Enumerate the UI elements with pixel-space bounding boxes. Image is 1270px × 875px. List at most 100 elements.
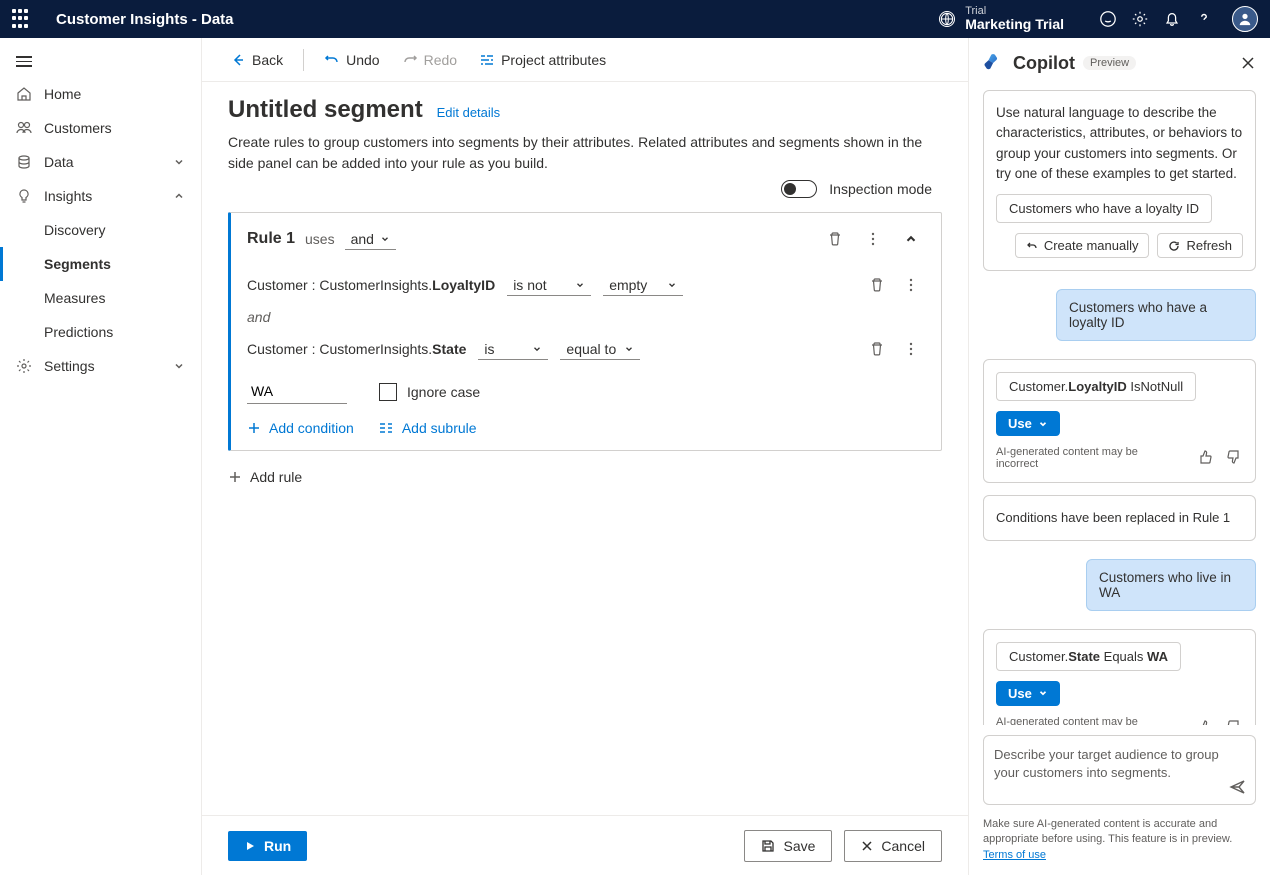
label: Cancel: [881, 838, 925, 854]
copilot-pane: Copilot Preview Use natural language to …: [968, 38, 1270, 875]
condition-more-icon[interactable]: [897, 271, 925, 299]
thumbs-up-icon[interactable]: [1197, 719, 1214, 725]
settings-icon[interactable]: [1124, 3, 1156, 35]
label: Redo: [424, 52, 457, 68]
attributes-icon: [479, 52, 495, 68]
sidebar-item-predictions[interactable]: Predictions: [0, 315, 201, 349]
copilot-status-card: Conditions have been replaced in Rule 1: [983, 495, 1256, 541]
notifications-icon[interactable]: [1156, 3, 1188, 35]
undo-button[interactable]: Undo: [316, 48, 387, 72]
close-icon: [861, 840, 873, 852]
refresh-button[interactable]: Refresh: [1157, 233, 1243, 258]
collapse-rule-icon[interactable]: [897, 225, 925, 253]
sidebar-item-home[interactable]: Home: [0, 77, 201, 111]
sidebar-item-label: Segments: [44, 256, 111, 272]
create-manually-button[interactable]: Create manually: [1015, 233, 1150, 258]
sidebar-item-label: Insights: [44, 188, 92, 204]
sidebar-item-data[interactable]: Data: [0, 145, 201, 179]
play-icon: [244, 840, 256, 852]
copilot-input[interactable]: Describe your target audience to group y…: [983, 735, 1256, 805]
run-button[interactable]: Run: [228, 831, 307, 861]
segment-title: Untitled segment: [228, 96, 423, 124]
app-launcher-icon[interactable]: [12, 9, 32, 29]
label: Run: [264, 838, 291, 854]
sidebar-toggle[interactable]: [0, 46, 201, 77]
undo-icon: [1026, 240, 1038, 252]
label: Project attributes: [501, 52, 606, 68]
example-chip[interactable]: Customers who have a loyalty ID: [996, 194, 1212, 223]
copilot-response-card: Customer.State Equals WA Use AI-generate…: [983, 629, 1256, 725]
rule-logic-select[interactable]: and: [345, 229, 396, 250]
help-icon[interactable]: [1188, 3, 1220, 35]
user-message: Customers who live in WA: [1086, 559, 1256, 611]
sidebar-item-customers[interactable]: Customers: [0, 111, 201, 145]
redo-button[interactable]: Redo: [394, 48, 465, 72]
condition-row: Customer : CustomerInsights.State is equ…: [247, 329, 925, 369]
value-select[interactable]: empty: [603, 275, 683, 296]
environment-picker[interactable]: Trial Marketing Trial: [939, 5, 1064, 32]
lightbulb-icon: [16, 188, 32, 204]
thumbs-down-icon[interactable]: [1226, 719, 1243, 725]
cancel-button[interactable]: Cancel: [844, 830, 942, 862]
inspection-toggle[interactable]: [781, 180, 817, 198]
operator-select[interactable]: is: [478, 339, 548, 360]
sidebar-item-segments[interactable]: Segments: [0, 247, 201, 281]
delete-condition-icon[interactable]: [863, 335, 891, 363]
user-avatar[interactable]: [1232, 6, 1258, 32]
sidebar-item-label: Customers: [44, 120, 112, 136]
sidebar-item-settings[interactable]: Settings: [0, 349, 201, 383]
chevron-down-icon: [173, 156, 185, 168]
use-button[interactable]: Use: [996, 681, 1060, 706]
ignore-case-label: Ignore case: [407, 384, 480, 400]
terms-link[interactable]: Terms of use: [983, 849, 1046, 861]
label: Save: [783, 838, 815, 854]
feedback-icon[interactable]: [1092, 3, 1124, 35]
delete-condition-icon[interactable]: [863, 271, 891, 299]
condition-more-icon[interactable]: [897, 335, 925, 363]
gear-icon: [16, 358, 32, 374]
label: Refresh: [1186, 238, 1232, 253]
segment-description: Create rules to group customers into seg…: [228, 132, 928, 174]
intro-text: Use natural language to describe the cha…: [996, 103, 1243, 184]
close-icon[interactable]: [1240, 55, 1256, 71]
add-rule-button[interactable]: Add rule: [228, 451, 942, 503]
label: Create manually: [1044, 238, 1139, 253]
preview-badge: Preview: [1083, 56, 1136, 70]
add-condition-button[interactable]: Add condition: [247, 420, 354, 436]
value-input[interactable]: [247, 379, 347, 404]
condition-entity: Customer : CustomerInsights.LoyaltyID: [247, 277, 495, 293]
thumbs-up-icon[interactable]: [1197, 449, 1214, 467]
plus-icon: [228, 470, 242, 484]
label: Add condition: [269, 420, 354, 436]
sidebar-item-label: Measures: [44, 290, 105, 306]
add-subrule-button[interactable]: Add subrule: [378, 420, 477, 436]
thumbs-down-icon[interactable]: [1226, 449, 1243, 467]
topbar: Customer Insights - Data Trial Marketing…: [0, 0, 1270, 38]
response-expression: Customer.LoyaltyID IsNotNull: [996, 372, 1196, 401]
delete-rule-icon[interactable]: [821, 225, 849, 253]
project-attributes-button[interactable]: Project attributes: [471, 48, 614, 72]
save-button[interactable]: Save: [744, 830, 832, 862]
home-icon: [16, 86, 32, 102]
operator-select[interactable]: is not: [507, 275, 591, 296]
save-icon: [761, 839, 775, 853]
copilot-intro-card: Use natural language to describe the cha…: [983, 90, 1256, 271]
send-icon[interactable]: [1229, 778, 1247, 796]
rule-name: Rule 1: [247, 230, 295, 248]
segment-editor: Back Undo Redo Project attributes: [202, 38, 968, 875]
edit-details-link[interactable]: Edit details: [437, 105, 501, 120]
sidebar-item-measures[interactable]: Measures: [0, 281, 201, 315]
subrule-icon: [378, 421, 394, 435]
copilot-icon: [983, 52, 1005, 74]
sidebar-item-discovery[interactable]: Discovery: [0, 213, 201, 247]
use-button[interactable]: Use: [996, 411, 1060, 436]
sidebar-item-insights[interactable]: Insights: [0, 179, 201, 213]
sidebar: Home Customers Data Insights Discovery S…: [0, 38, 202, 875]
rule-more-icon[interactable]: [859, 225, 887, 253]
app-title: Customer Insights - Data: [56, 11, 234, 28]
label: Back: [252, 52, 283, 68]
env-name: Marketing Trial: [965, 17, 1064, 32]
ignore-case-checkbox[interactable]: [379, 383, 397, 401]
value-select[interactable]: equal to: [560, 339, 640, 360]
back-button[interactable]: Back: [222, 48, 291, 72]
